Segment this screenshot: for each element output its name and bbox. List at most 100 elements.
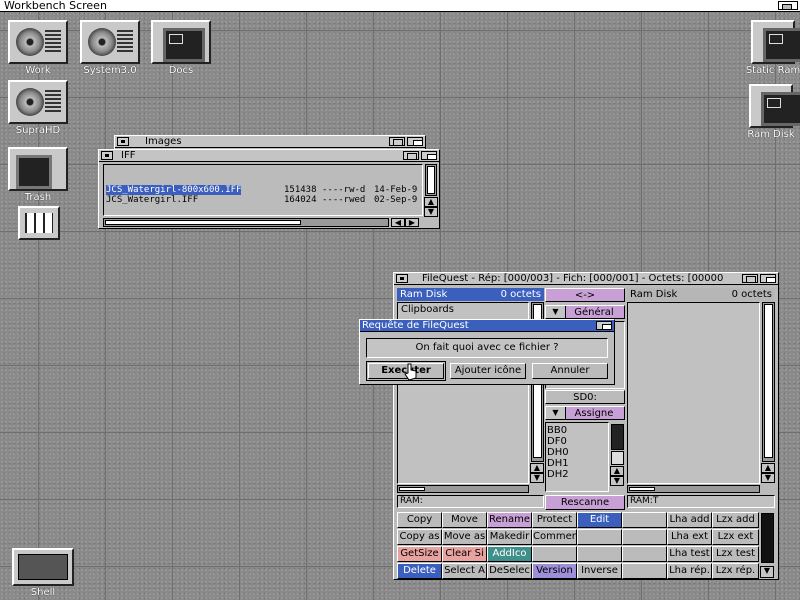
- desktop-icon-suprahd[interactable]: SupraHD: [5, 80, 71, 136]
- volume-scroll-track[interactable]: [611, 451, 624, 465]
- close-gadget-icon[interactable]: [117, 137, 129, 146]
- images-window-titlebar[interactable]: Images: [115, 136, 425, 148]
- command-button[interactable]: Delete: [397, 563, 442, 579]
- command-button[interactable]: DeSelec: [487, 563, 532, 579]
- list-item[interactable]: Clipboards: [398, 303, 528, 317]
- scroll-up-icon[interactable]: ▲: [761, 463, 775, 473]
- right-panel-header[interactable]: Ram Disk 0 octets: [627, 288, 775, 301]
- file-list[interactable]: JCS_Watergirl-800x600.IFF 151438 ----rw-d 1…: [103, 164, 423, 216]
- right-path-field[interactable]: RAM:T: [627, 495, 775, 508]
- command-button-empty[interactable]: [622, 529, 667, 545]
- right-file-list[interactable]: [627, 302, 760, 484]
- depth-gadget-icon[interactable]: [407, 137, 423, 146]
- command-button[interactable]: GetSize: [397, 546, 442, 562]
- left-horizontal-scrollbar[interactable]: [397, 485, 529, 493]
- rescan-button[interactable]: Rescanne: [545, 495, 625, 510]
- depth-gadget-icon[interactable]: [596, 321, 612, 330]
- command-button[interactable]: Edit: [577, 512, 622, 528]
- command-scrollbar[interactable]: [761, 513, 774, 563]
- right-scrollbar[interactable]: [762, 302, 775, 462]
- desktop-icon-system[interactable]: System3.0: [77, 20, 143, 76]
- command-button[interactable]: Lha add: [667, 512, 712, 528]
- scroll-down-icon[interactable]: ▼: [424, 207, 438, 217]
- command-button[interactable]: Select A: [442, 563, 487, 579]
- iff-window[interactable]: IFF JCS_Watergirl-800x600.IFF 151438 ----r…: [98, 149, 440, 229]
- scroll-up-icon[interactable]: ▲: [530, 463, 544, 473]
- command-button[interactable]: Rename: [487, 512, 532, 528]
- left-path-field[interactable]: RAM:: [397, 495, 544, 508]
- command-button-empty[interactable]: [577, 546, 622, 562]
- file-row[interactable]: JCS_Watergirl.IFF 164024 ----rwed 02-Sep-9: [104, 195, 422, 205]
- zoom-gadget-icon[interactable]: [389, 137, 405, 146]
- screen-depth-gadget[interactable]: [778, 1, 798, 10]
- filequest-titlebar[interactable]: FileQuest - Rép: [000/003] - Fich: [000/…: [394, 273, 778, 285]
- tool-drawer-icon[interactable]: [18, 206, 60, 240]
- depth-gadget-icon[interactable]: [760, 274, 776, 283]
- command-button-empty[interactable]: [622, 546, 667, 562]
- swap-button[interactable]: <->: [545, 288, 625, 302]
- iff-window-titlebar[interactable]: IFF: [99, 150, 439, 162]
- scroll-down-icon[interactable]: ▼: [760, 566, 774, 578]
- requester-titlebar[interactable]: Requête de FileQuest: [360, 320, 614, 332]
- command-button-empty[interactable]: [622, 563, 667, 579]
- command-button[interactable]: Lzx test: [712, 546, 759, 562]
- requester-window[interactable]: Requête de FileQuest On fait quoi avec c…: [359, 319, 615, 385]
- volume-scrollbar[interactable]: [611, 424, 624, 450]
- desktop-icon-work[interactable]: Work: [5, 20, 71, 76]
- scroll-down-icon[interactable]: ▼: [610, 476, 624, 486]
- general-dropdown[interactable]: ▼ Général: [545, 305, 625, 319]
- command-button-empty[interactable]: [622, 512, 667, 528]
- scrollbar-knob[interactable]: [629, 487, 655, 491]
- file-row[interactable]: JCS_Watergirl-800x600.IFF 151438 ----rw-d 1…: [104, 185, 422, 195]
- left-panel-header[interactable]: Ram Disk 0 octets: [397, 288, 544, 301]
- command-button-empty[interactable]: [577, 529, 622, 545]
- command-button[interactable]: Lha ext: [667, 529, 712, 545]
- command-button[interactable]: Lzx rép.: [712, 563, 759, 579]
- images-window[interactable]: Images: [114, 135, 426, 150]
- desktop-icon-static-ram[interactable]: Static Ram: [740, 20, 800, 76]
- command-button[interactable]: Inverse: [577, 563, 622, 579]
- right-horizontal-scrollbar[interactable]: [627, 485, 760, 493]
- command-button[interactable]: Copy: [397, 512, 442, 528]
- zoom-gadget-icon[interactable]: [403, 151, 419, 160]
- command-button[interactable]: Lzx add: [712, 512, 759, 528]
- vertical-scrollbar[interactable]: [425, 164, 437, 196]
- horizontal-scrollbar[interactable]: [103, 218, 389, 227]
- command-button[interactable]: Lzx ext: [712, 529, 759, 545]
- add-icon-button[interactable]: Ajouter icône: [450, 363, 526, 379]
- volume-list[interactable]: BB0 DF0 DH0 DH1 DH2: [545, 422, 609, 492]
- command-button[interactable]: Protect: [532, 512, 577, 528]
- desktop-icon-shell[interactable]: Shell: [10, 548, 76, 598]
- scrollbar-knob[interactable]: [399, 487, 425, 491]
- desktop-icon-ram-disk[interactable]: Ram Disk: [738, 84, 800, 140]
- sd0-device[interactable]: SD0:: [545, 390, 625, 404]
- scroll-right-icon[interactable]: ▶: [405, 218, 419, 227]
- command-button[interactable]: Move as: [442, 529, 487, 545]
- scrollbar-knob[interactable]: [427, 166, 435, 194]
- close-gadget-icon[interactable]: [101, 151, 113, 160]
- close-gadget-icon[interactable]: [396, 274, 408, 283]
- scroll-down-icon[interactable]: ▼: [530, 473, 544, 483]
- scroll-up-icon[interactable]: ▲: [610, 466, 624, 476]
- scrollbar-knob[interactable]: [105, 220, 301, 225]
- volume-item[interactable]: DH2: [547, 470, 608, 481]
- assign-dropdown[interactable]: ▼ Assigne: [545, 406, 625, 420]
- scroll-down-icon[interactable]: ▼: [761, 473, 775, 483]
- screen-title-bar[interactable]: Workbench Screen: [0, 0, 800, 12]
- command-button[interactable]: Makedir: [487, 529, 532, 545]
- zoom-gadget-icon[interactable]: [742, 274, 758, 283]
- scroll-left-icon[interactable]: ◀: [391, 218, 405, 227]
- depth-gadget-icon[interactable]: [421, 151, 437, 160]
- command-button[interactable]: AddIco: [487, 546, 532, 562]
- desktop-icon-docs[interactable]: Docs: [148, 20, 214, 76]
- command-button[interactable]: Lha test: [667, 546, 712, 562]
- command-button[interactable]: Version: [532, 563, 577, 579]
- desktop-icon-trash[interactable]: Trash: [5, 147, 71, 203]
- command-button[interactable]: Copy as: [397, 529, 442, 545]
- cancel-button[interactable]: Annuler: [532, 363, 608, 379]
- command-button[interactable]: Move: [442, 512, 487, 528]
- command-button[interactable]: Lha rép.: [667, 563, 712, 579]
- command-button[interactable]: Clear Si: [442, 546, 487, 562]
- scrollbar-knob[interactable]: [764, 304, 773, 458]
- command-button[interactable]: Commen: [532, 529, 577, 545]
